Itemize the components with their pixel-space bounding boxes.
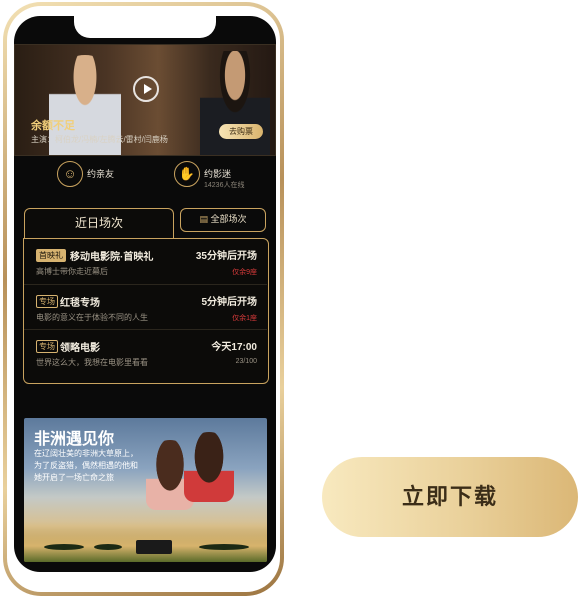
session-desc: 高博士带你走近幕后 bbox=[36, 267, 108, 276]
movie-title: 余额不足 bbox=[31, 120, 75, 132]
all-sessions-button[interactable]: ▤ 全部场次 bbox=[180, 208, 266, 232]
session-tag: 专场 bbox=[36, 295, 58, 308]
session-time: 今天17:00 bbox=[211, 342, 257, 353]
invite-fans-label: 约影迷 bbox=[204, 169, 232, 179]
promo-jeep bbox=[136, 540, 172, 554]
promo-title: 非洲遇见你 bbox=[34, 431, 115, 448]
online-count: 14236人在线 bbox=[204, 182, 245, 189]
download-button[interactable]: 立即下载 bbox=[322, 457, 578, 537]
promo-text: 在辽阔壮美的非洲大草原上，为了反盗猎，偶然相遇的他和她开启了一场亡命之旅 bbox=[34, 449, 138, 482]
invite-friends-label: 约亲友 bbox=[87, 169, 115, 179]
buy-ticket-button[interactable]: 去购票 bbox=[219, 124, 263, 139]
fans-icon: ✋ bbox=[174, 161, 200, 187]
session-time: 35分钟后开场 bbox=[195, 251, 257, 262]
schedule-panel: 近日场次 ▤ 全部场次 首映礼 移动电影院·首映礼 高博士带你走近幕后 35分钟… bbox=[23, 208, 269, 384]
session-row[interactable]: 首映礼 移动电影院·首映礼 高博士带你走近幕后 35分钟后开场 仅余9座 bbox=[24, 239, 267, 284]
session-seats: 23/100 bbox=[235, 358, 257, 365]
session-desc: 世界这么大，我想在电影里看看 bbox=[36, 358, 148, 367]
movie-cast: 主演：柯伯龙/冯楠/左腾云/雷村/闫鹿杨 bbox=[31, 135, 168, 144]
session-row[interactable]: 专场 领略电影 世界这么大，我想在电影里看看 今天17:00 23/100 bbox=[24, 329, 267, 375]
session-name: 移动电影院·首映礼 bbox=[70, 252, 154, 263]
social-actions: ☺ 约亲友 ✋ 约影迷 14236人在线 bbox=[14, 156, 276, 206]
calendar-icon: ▤ bbox=[199, 214, 208, 224]
session-seats: 仅余9座 bbox=[232, 269, 257, 276]
session-time: 5分钟后开场 bbox=[201, 297, 257, 308]
session-name: 领略电影 bbox=[60, 343, 100, 354]
tab-recent-sessions[interactable]: 近日场次 bbox=[24, 208, 174, 238]
banner-actor-right bbox=[200, 51, 270, 155]
session-desc: 电影的意义在于体验不同的人生 bbox=[36, 313, 148, 322]
friends-icon: ☺ bbox=[57, 161, 83, 187]
phone-screen: 余额不足 主演：柯伯龙/冯楠/左腾云/雷村/闫鹿杨 去购票 ☺ 约亲友 ✋ 约影… bbox=[14, 16, 276, 572]
promo-tree bbox=[199, 544, 249, 550]
session-name: 红毯专场 bbox=[60, 298, 100, 309]
session-seats: 仅余1座 bbox=[232, 315, 257, 322]
session-list: 首映礼 移动电影院·首映礼 高博士带你走近幕后 35分钟后开场 仅余9座 专场 … bbox=[23, 238, 269, 384]
session-row[interactable]: 专场 红毯专场 电影的意义在于体验不同的人生 5分钟后开场 仅余1座 bbox=[24, 284, 267, 330]
play-icon[interactable] bbox=[133, 76, 159, 102]
all-sessions-label: 全部场次 bbox=[210, 214, 247, 224]
promo-tree bbox=[44, 544, 84, 550]
promo-tree bbox=[94, 544, 122, 550]
movie-banner[interactable]: 余额不足 主演：柯伯龙/冯楠/左腾云/雷村/闫鹿杨 去购票 bbox=[14, 44, 276, 156]
session-tag: 专场 bbox=[36, 340, 58, 353]
promo-child-right bbox=[184, 432, 234, 502]
promo-banner[interactable]: 非洲遇见你 在辽阔壮美的非洲大草原上，为了反盗猎，偶然相遇的他和她开启了一场亡命… bbox=[24, 418, 267, 562]
session-tag: 首映礼 bbox=[36, 249, 66, 262]
phone-notch bbox=[74, 16, 216, 38]
